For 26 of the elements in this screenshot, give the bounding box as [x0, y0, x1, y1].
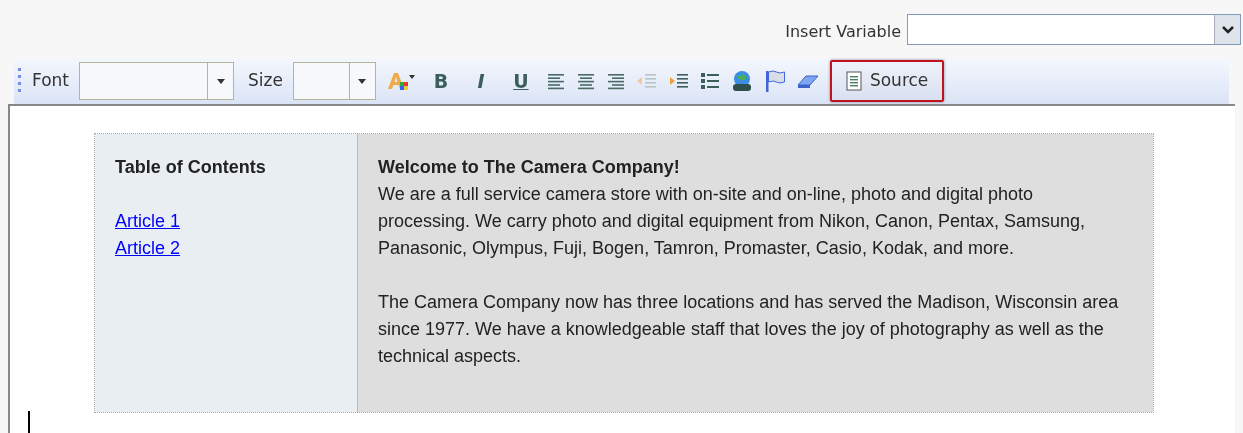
font-label: Font [32, 69, 69, 93]
grip-icon [18, 68, 22, 94]
insert-variable-label: Insert Variable [785, 21, 901, 43]
insert-variable-select[interactable] [907, 14, 1241, 45]
toc-title: Table of Contents [115, 156, 266, 179]
document-icon [845, 71, 862, 91]
italic-button[interactable]: I [465, 66, 496, 96]
align-center-icon[interactable] [575, 71, 596, 91]
bold-button[interactable]: B [425, 66, 456, 96]
source-button[interactable]: Source [829, 60, 945, 102]
indent-icon[interactable] [667, 71, 690, 91]
welcome-heading: Welcome to The Camera Company! [378, 156, 680, 179]
align-right-icon[interactable] [605, 71, 626, 91]
flag-icon[interactable] [763, 69, 786, 93]
dropdown-arrow-icon [216, 78, 225, 84]
article-link[interactable]: Article 2 [115, 235, 181, 262]
text-cursor [28, 411, 30, 433]
chevron-down-icon [1221, 25, 1234, 34]
underline-button[interactable]: U [505, 66, 536, 96]
align-left-icon[interactable] [545, 71, 566, 91]
body-paragraph: We are a full service camera store with on-site and on-line, photo and digital photo processing. We carry photo and digital equipment from Nikon, Canon, Pentax, Samsung, Panasonic, Olympus, Fuji, Bogen, Tamron, Promaster, Casio, Kodak, and more. [378, 183, 1087, 260]
bulleted-list-icon[interactable] [699, 71, 720, 91]
dropdown-arrow-icon [358, 78, 367, 84]
size-label: Size [248, 69, 283, 93]
body-paragraph: The Camera Company now has three locations and has served the Madison, Wisconsin area since 1977. We have a knowledgeable staff that loves the joy of photography as well as the technical aspects. [378, 291, 1120, 368]
article-link[interactable]: Article 1 [115, 208, 181, 235]
